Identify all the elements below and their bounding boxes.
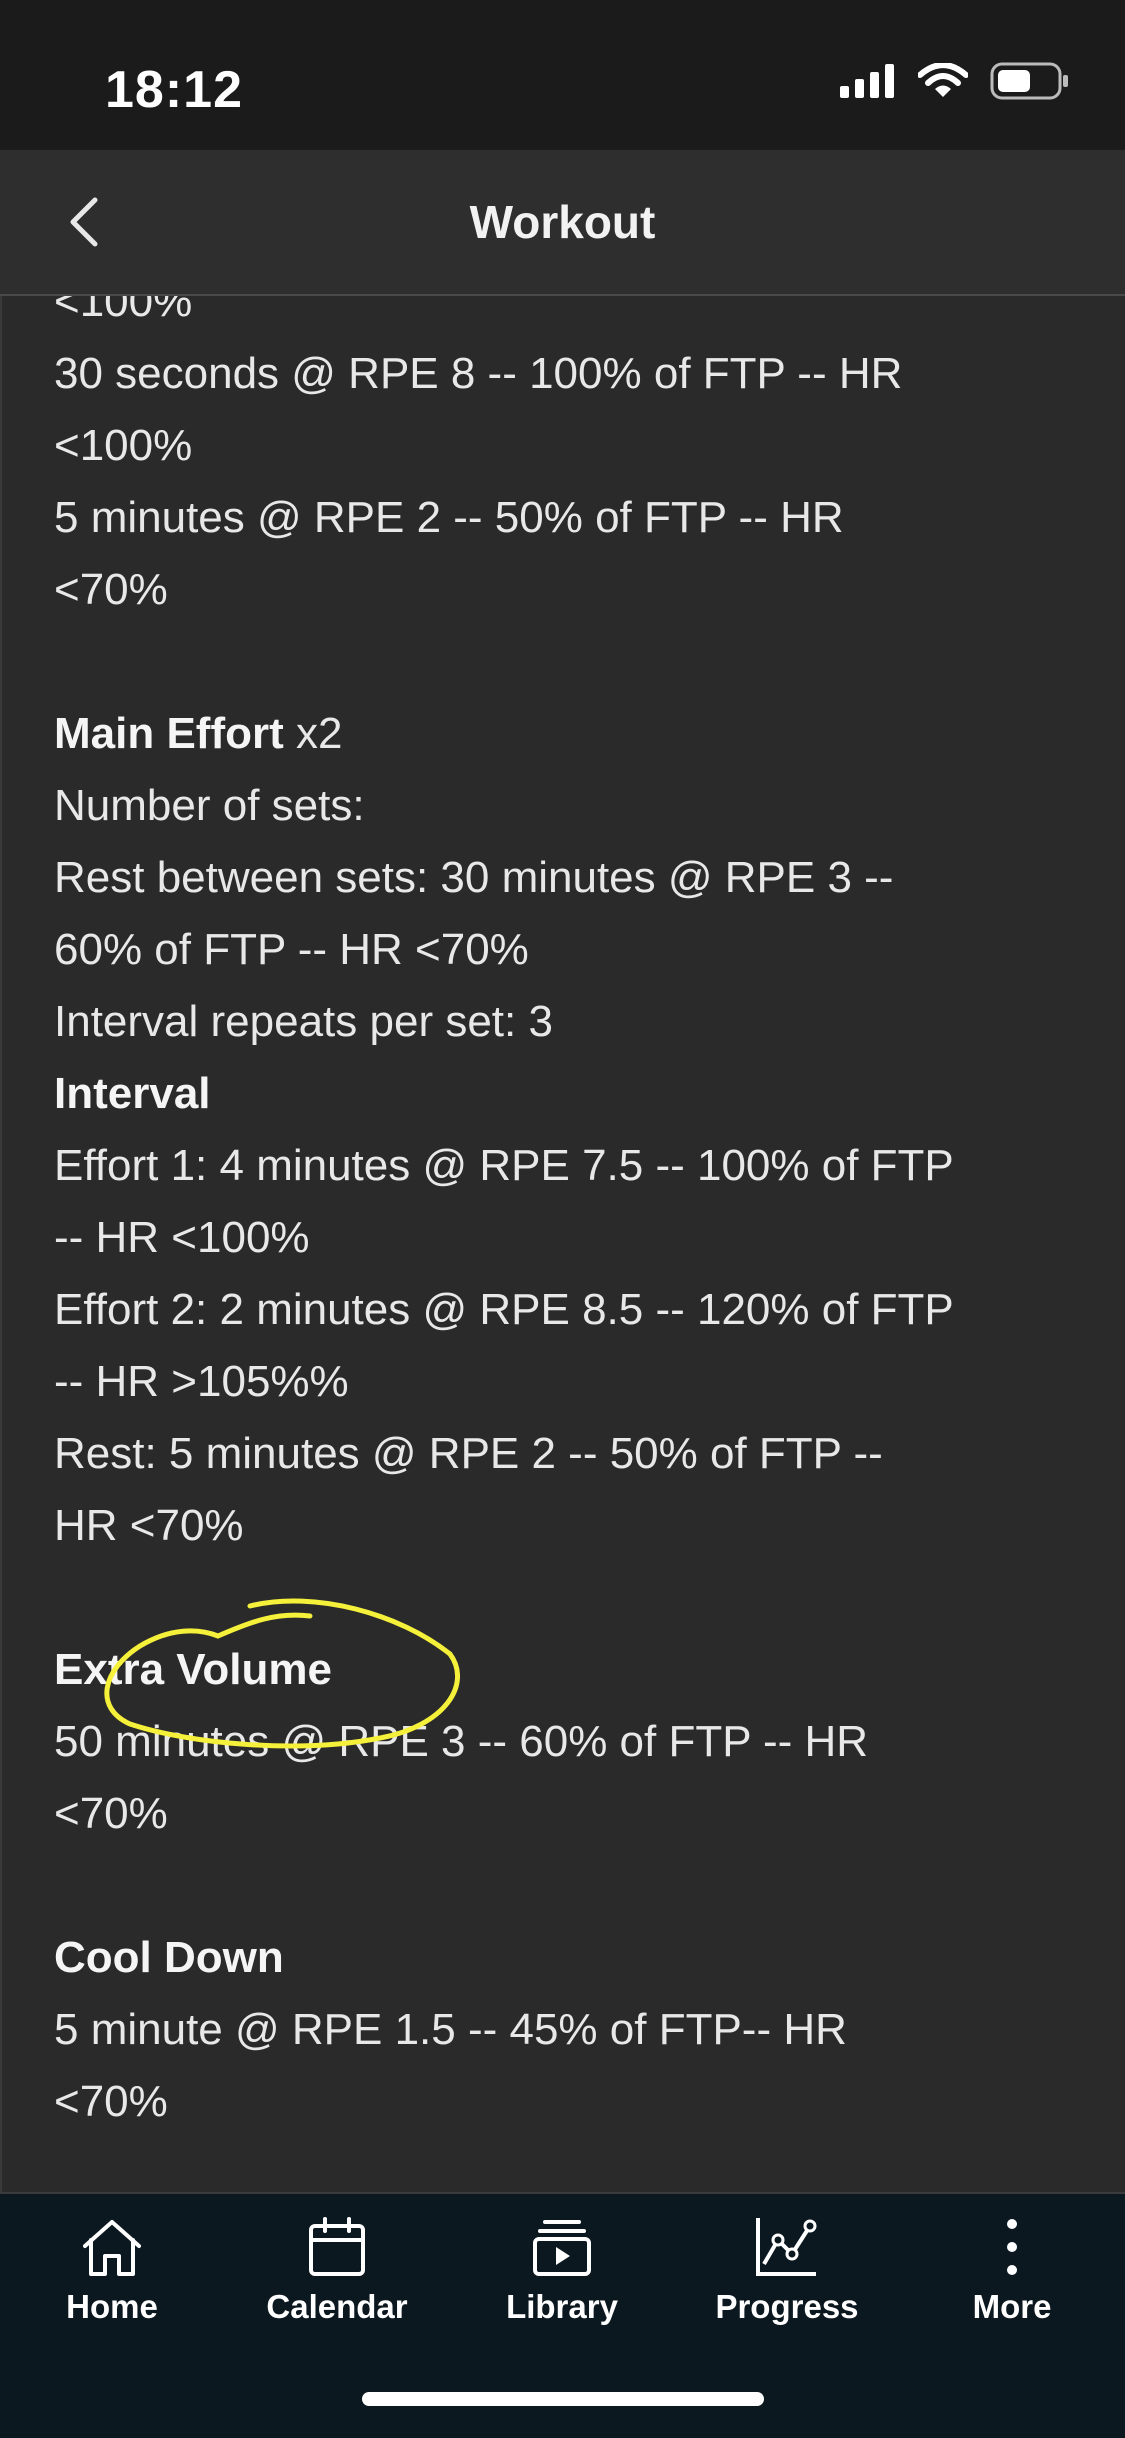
workout-content[interactable]: <100% 30 seconds @ RPE 8 -- 100% of FTP …	[0, 296, 1125, 2192]
progress-icon	[756, 2218, 817, 2276]
workout-line: 60% of FTP -- HR <70%	[54, 925, 529, 974]
interval-heading: Interval	[54, 1069, 211, 1118]
main-effort-heading: Main Effort x2	[54, 698, 1085, 770]
navigation-bar: Workout	[0, 150, 1125, 296]
tab-label: Calendar	[266, 2288, 408, 2325]
workout-line: HR <70%	[54, 1501, 244, 1550]
workout-line: 30 seconds @ RPE 8 -- 100% of FTP -- HR	[54, 349, 903, 398]
main-effort-title: Main Effort	[54, 709, 284, 758]
workout-line: Effort 1: 4 minutes @ RPE 7.5 -- 100% of…	[54, 1141, 954, 1190]
wifi-icon	[918, 63, 968, 97]
workout-line: Interval repeats per set: 3	[54, 997, 553, 1046]
tab-label: Progress	[715, 2288, 859, 2325]
main-effort-multiplier: x2	[296, 709, 343, 758]
tab-label: More	[972, 2288, 1052, 2325]
library-icon	[533, 2220, 591, 2276]
workout-line: <100%	[54, 421, 193, 470]
workout-line: 50 minutes @ RPE 3 -- 60% of FTP -- HR	[54, 1717, 869, 1766]
tab-home[interactable]: Home	[27, 2216, 197, 2326]
tab-label: Library	[506, 2288, 618, 2325]
workout-line: -- HR >105%%	[54, 1357, 349, 1406]
workout-line: <100%	[54, 296, 193, 326]
workout-line: Rest between sets: 30 minutes @ RPE 3 --	[54, 853, 894, 902]
workout-line: Effort 2: 2 minutes @ RPE 8.5 -- 120% of…	[54, 1285, 954, 1334]
cool-down-heading: Cool Down	[54, 1933, 284, 1982]
workout-description: <100% 30 seconds @ RPE 8 -- 100% of FTP …	[54, 296, 1085, 2138]
workout-line: <70%	[54, 1789, 168, 1838]
workout-line: <70%	[54, 2077, 168, 2126]
battery-icon	[990, 62, 1068, 100]
workout-line: Number of sets:	[54, 781, 365, 830]
status-icons	[840, 62, 1070, 100]
tab-more[interactable]: More	[927, 2216, 1097, 2326]
more-icon	[1007, 2219, 1017, 2275]
workout-line: 5 minute @ RPE 1.5 -- 45% of FTP-- HR	[54, 2005, 847, 2054]
workout-line: <70%	[54, 565, 168, 614]
workout-line: -- HR <100%	[54, 1213, 310, 1262]
home-icon	[83, 2220, 141, 2276]
workout-line: 5 minutes @ RPE 2 -- 50% of FTP -- HR	[54, 493, 844, 542]
tab-library[interactable]: Library	[477, 2216, 647, 2326]
tab-progress[interactable]: Progress	[702, 2216, 872, 2326]
tab-label: Home	[66, 2288, 158, 2325]
workout-line: Rest: 5 minutes @ RPE 2 -- 50% of FTP --	[54, 1429, 883, 1478]
tab-calendar[interactable]: Calendar	[252, 2216, 422, 2326]
home-indicator[interactable]	[362, 2392, 764, 2406]
cellular-signal-icon	[840, 64, 894, 98]
calendar-icon	[309, 2217, 365, 2276]
status-bar: 18:12	[0, 0, 1125, 150]
extra-volume-heading: Extra Volume	[54, 1645, 332, 1694]
status-time: 18:12	[105, 61, 243, 119]
page-title: Workout	[469, 196, 656, 248]
